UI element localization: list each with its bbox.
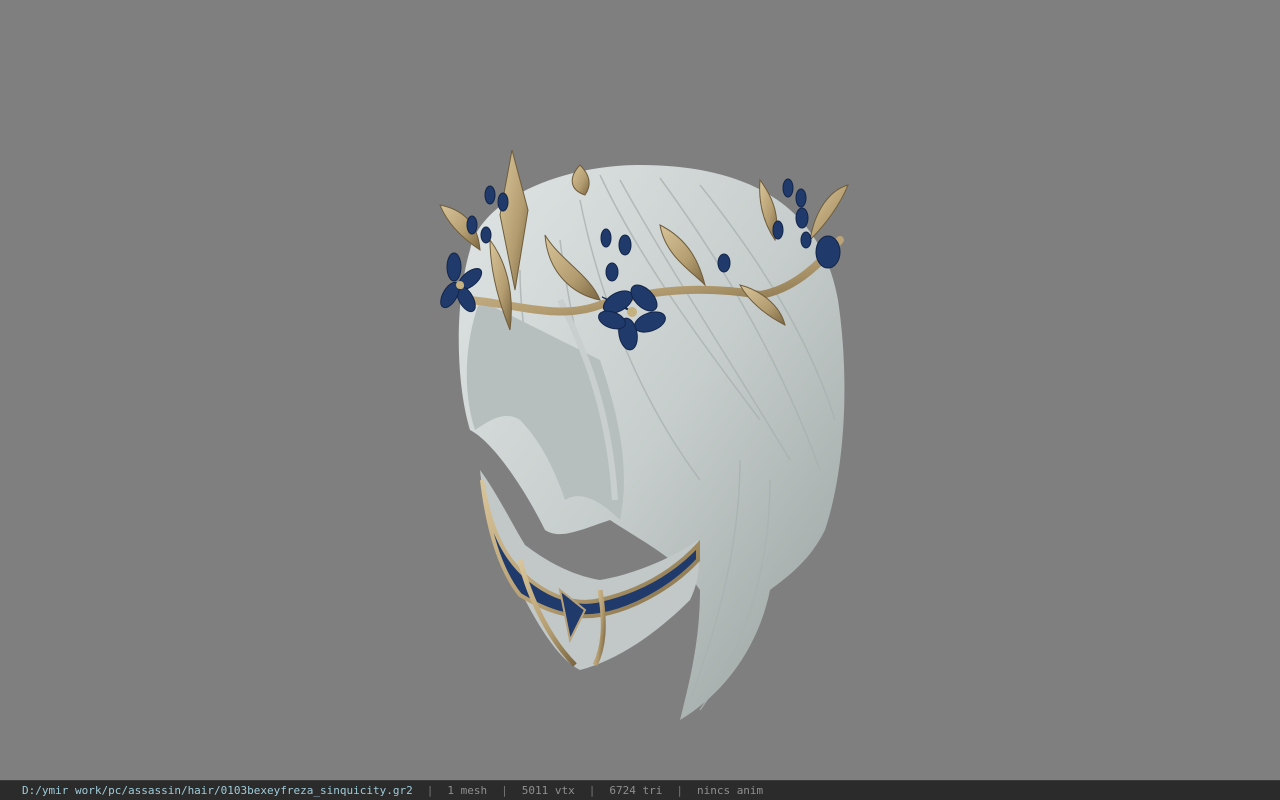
separator: | xyxy=(676,784,683,797)
triangle-count: 6724 tri xyxy=(609,784,663,797)
status-bar: D:/ymir work/pc/assassin/hair/0103bexeyf… xyxy=(0,780,1280,800)
separator: | xyxy=(588,784,596,797)
file-path: D:/ymir work/pc/assassin/hair/0103bexeyf… xyxy=(22,784,413,797)
hair-model-render xyxy=(439,149,849,720)
separator: | xyxy=(426,784,434,797)
3d-viewport[interactable] xyxy=(0,0,1280,780)
vertex-count: 5011 vtx xyxy=(521,784,575,797)
animation-status: nincs anim xyxy=(696,784,764,797)
mesh-count: 1 mesh xyxy=(447,784,488,797)
separator: | xyxy=(501,784,508,797)
